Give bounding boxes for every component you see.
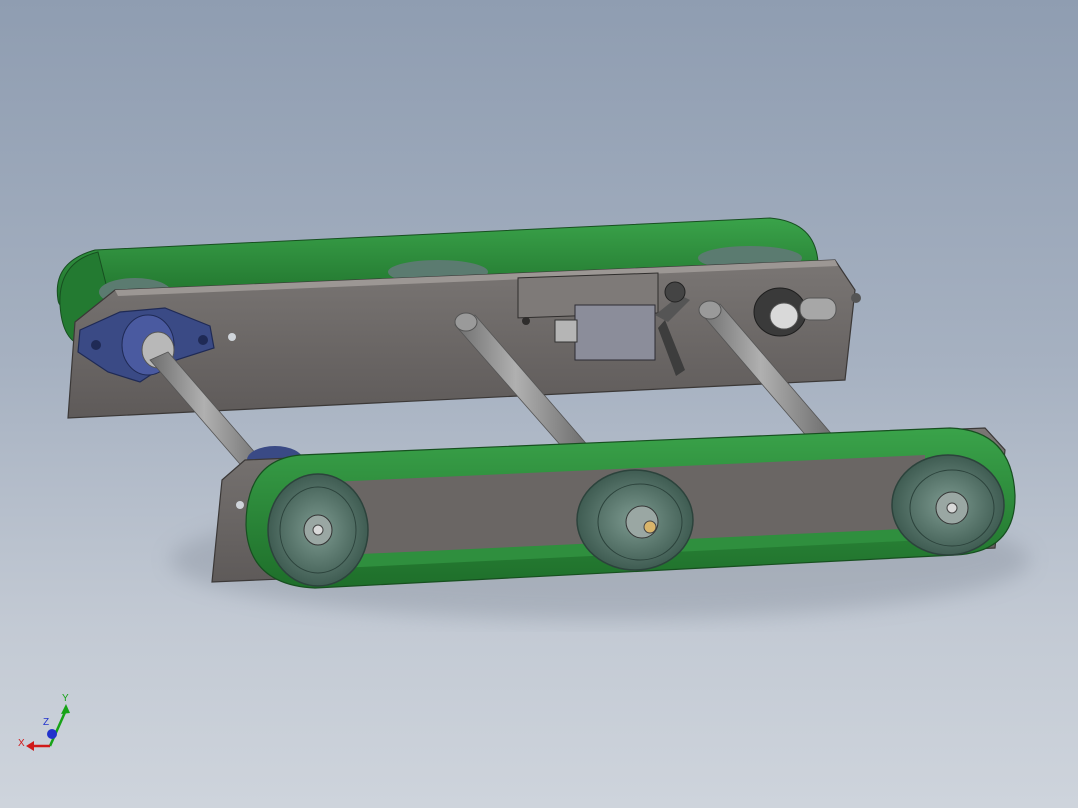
- front-pulley-left[interactable]: [267, 473, 369, 587]
- model-scene[interactable]: [0, 0, 1078, 808]
- bracket-slot-hole: [522, 317, 530, 325]
- x-axis-head: [26, 741, 34, 751]
- front-pulley-middle[interactable]: [576, 469, 694, 571]
- shaft-middle-end: [454, 312, 478, 332]
- flange-bolt-hole-left: [91, 340, 101, 350]
- front-pulley-right[interactable]: [891, 454, 1005, 556]
- front-plate-hole-left: [236, 501, 244, 509]
- reference-triad: X Y Z: [18, 693, 70, 751]
- shaft-right-end: [698, 300, 722, 320]
- coupling-stub: [799, 297, 837, 321]
- limit-switch-roller: [664, 281, 686, 303]
- y-axis-label: Y: [62, 693, 69, 704]
- back-plate-hole-a: [228, 333, 236, 341]
- z-axis-marker: [47, 729, 57, 739]
- pulley-bolt: [946, 502, 958, 514]
- y-axis-head: [61, 704, 70, 714]
- coupling-inner: [769, 302, 799, 330]
- limit-switch-plunger: [554, 319, 578, 343]
- pulley-shaft-end: [643, 520, 657, 534]
- back-plate-end-bolt: [851, 293, 861, 303]
- flange-bolt-hole-right: [198, 335, 208, 345]
- y-axis-arrow: [48, 709, 68, 747]
- graphics-viewport[interactable]: X Y Z: [0, 0, 1078, 808]
- x-axis-label: X: [18, 738, 25, 749]
- pulley-bolt: [312, 524, 324, 536]
- limit-switch-body: [574, 304, 656, 361]
- z-axis-label: Z: [43, 717, 49, 728]
